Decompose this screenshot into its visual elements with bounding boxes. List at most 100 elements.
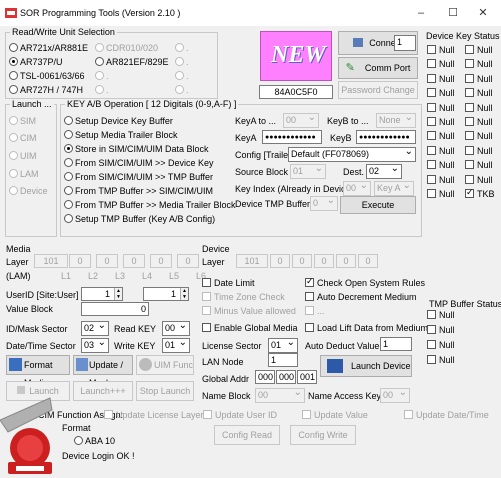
device-key-status-4[interactable]: Null: [427, 73, 455, 84]
load-lift-checkbox[interactable]: Load Lift Data from Medium: [305, 323, 428, 333]
device-key-status-1[interactable]: Null: [465, 45, 493, 55]
media-layer-5[interactable]: 0: [177, 254, 199, 268]
spin-icon[interactable]: ▲ ▼: [180, 288, 188, 300]
minimize-button[interactable]: –: [410, 4, 432, 22]
device-key-status-15[interactable]: Null: [465, 145, 493, 156]
dest-select[interactable]: 02: [366, 164, 402, 179]
check-open-checkbox[interactable]: Check Open System Rules: [305, 276, 425, 288]
device-key-status-11[interactable]: Null: [465, 117, 493, 127]
device-key-status-10[interactable]: Null: [427, 117, 455, 127]
device-key-status-17[interactable]: Null: [465, 160, 493, 170]
device-key-status-9[interactable]: Null: [465, 102, 493, 113]
device-key-status-3[interactable]: Null: [465, 59, 493, 69]
id-mask-select[interactable]: 02: [81, 321, 109, 336]
lan-node-input[interactable]: 1: [268, 353, 298, 367]
device-layer-0[interactable]: 101: [236, 254, 268, 268]
device-key-status-16[interactable]: Null: [427, 160, 455, 170]
device-layer-5[interactable]: 0: [358, 254, 378, 268]
keya-input[interactable]: ●●●●●●●●●●●●: [262, 130, 322, 144]
media-layer-2[interactable]: 0: [96, 254, 118, 268]
datetime-sector-select[interactable]: 03: [81, 338, 109, 353]
uim-func-button[interactable]: UIM Func: [136, 355, 194, 375]
license-sector-select[interactable]: 01: [268, 338, 298, 353]
device-key-status-20[interactable]: Null: [427, 189, 455, 199]
device-key-status-13[interactable]: Null: [465, 131, 493, 141]
radio-ar727h[interactable]: AR727H / 747H: [9, 85, 83, 95]
keyop-store-sim[interactable]: Store in SIM/CIM/UIM Data Block: [64, 144, 209, 154]
value-block-input[interactable]: 0: [81, 302, 149, 316]
time-zone-checkbox[interactable]: Time Zone Check: [202, 292, 285, 302]
update-value-checkbox[interactable]: Update Value: [302, 410, 368, 420]
date-limit-checkbox[interactable]: Date Limit: [202, 278, 255, 288]
aba10-radio[interactable]: ABA 10: [74, 436, 115, 446]
keyop-tmp-to-sim[interactable]: From TMP Buffer >> SIM/CIM/UIM: [64, 186, 213, 196]
key-type-select[interactable]: Key A: [374, 181, 414, 196]
stop-launch-button[interactable]: Stop Launch: [136, 381, 194, 401]
radio-ar721x[interactable]: AR721x/AR881E: [9, 43, 88, 53]
launch-radio-device[interactable]: Device: [9, 186, 48, 196]
device-key-status-0[interactable]: Null: [427, 45, 455, 55]
launch-plus-button[interactable]: Launch+++: [73, 381, 133, 401]
keyop-setup-tmp[interactable]: Setup TMP Buffer (Key A/B Config): [64, 214, 215, 224]
device-key-status-5[interactable]: Null: [465, 73, 493, 84]
read-key-select[interactable]: 00: [162, 321, 190, 336]
device-layer-1[interactable]: 0: [270, 254, 290, 268]
format-media-button[interactable]: Format Media: [6, 355, 70, 388]
minus-extra-checkbox[interactable]: ...: [305, 306, 325, 316]
device-layer-4[interactable]: 0: [336, 254, 356, 268]
config-trailer-select[interactable]: Default (FF078069): [288, 147, 416, 162]
update-mask-button[interactable]: Update / Mask: [73, 355, 133, 388]
launch-radio-lam[interactable]: LAM: [9, 169, 39, 179]
media-layer-4[interactable]: 0: [150, 254, 172, 268]
tmp-buffer-status-1[interactable]: Null: [427, 325, 455, 335]
media-layer-1[interactable]: 0: [69, 254, 91, 268]
port-number-input[interactable]: 1: [394, 35, 416, 51]
device-key-status-14[interactable]: Null: [427, 145, 455, 156]
device-key-status-8[interactable]: Null: [427, 102, 455, 113]
radio-reserved-3[interactable]: .: [95, 71, 109, 81]
spin-icon[interactable]: ▲ ▼: [114, 288, 122, 300]
tmp-buffer-status-2[interactable]: Null: [427, 340, 455, 350]
tmp-buffer-status-0[interactable]: Null: [427, 310, 455, 320]
radio-reserved-2[interactable]: .: [175, 57, 189, 67]
close-button[interactable]: ✕: [472, 4, 494, 22]
device-key-status-21[interactable]: TKB: [465, 187, 495, 199]
tmp-buffer-select[interactable]: 0: [310, 196, 338, 211]
userid-user-input[interactable]: 1 ▲ ▼: [143, 287, 189, 301]
radio-tsl0061[interactable]: TSL-0061/63/66: [9, 71, 85, 81]
device-key-status-12[interactable]: Null: [427, 131, 455, 141]
key-index-select[interactable]: 00: [343, 181, 371, 196]
global-addr-1[interactable]: 000: [255, 370, 275, 384]
name-access-select[interactable]: 00: [380, 388, 410, 403]
keya-to-select[interactable]: 00: [283, 113, 319, 128]
launch-radio-cim[interactable]: CIM: [9, 133, 37, 143]
radio-reserved-5[interactable]: .: [95, 85, 109, 95]
media-layer-3[interactable]: 0: [123, 254, 145, 268]
media-layer-0[interactable]: 101: [34, 254, 68, 268]
keyop-setup-device-key[interactable]: Setup Device Key Buffer: [64, 116, 173, 126]
update-user-checkbox[interactable]: Update User ID: [203, 410, 277, 420]
device-key-status-18[interactable]: Null: [427, 174, 455, 185]
auto-deduct-input[interactable]: 1: [380, 337, 412, 351]
radio-ar821ef[interactable]: AR821EF/829E: [95, 57, 169, 67]
auto-decrement-checkbox[interactable]: Auto Decrement Medium: [305, 292, 417, 302]
config-read-button[interactable]: Config Read: [214, 425, 280, 445]
launch-radio-sim[interactable]: SIM: [9, 116, 36, 126]
device-layer-3[interactable]: 0: [314, 254, 334, 268]
radio-ar737p[interactable]: AR737P/U: [9, 57, 63, 67]
radio-reserved-6[interactable]: .: [175, 85, 189, 95]
keyop-sim-to-tmp[interactable]: From SIM/CIM/UIM >> TMP Buffer: [64, 172, 213, 182]
write-key-select[interactable]: 01: [162, 338, 190, 353]
maximize-button[interactable]: ☐: [442, 4, 464, 22]
device-layer-2[interactable]: 0: [292, 254, 312, 268]
comm-port-button[interactable]: ✎ Comm Port: [338, 57, 418, 79]
radio-cdr010[interactable]: CDR010/020: [95, 43, 158, 53]
device-key-status-19[interactable]: Null: [465, 174, 493, 185]
launch-radio-uim[interactable]: UIM: [9, 151, 37, 161]
minus-value-checkbox[interactable]: Minus Value allowed: [202, 306, 296, 316]
update-date-checkbox[interactable]: Update Date/Time: [404, 410, 489, 420]
keyop-tmp-to-trailer[interactable]: From TMP Buffer >> Media Trailer Block: [64, 200, 236, 210]
keyop-sim-to-device[interactable]: From SIM/CIM/UIM >> Device Key: [64, 158, 214, 168]
tmp-buffer-status-3[interactable]: Null: [427, 355, 455, 365]
execute-button[interactable]: Execute: [340, 196, 416, 214]
